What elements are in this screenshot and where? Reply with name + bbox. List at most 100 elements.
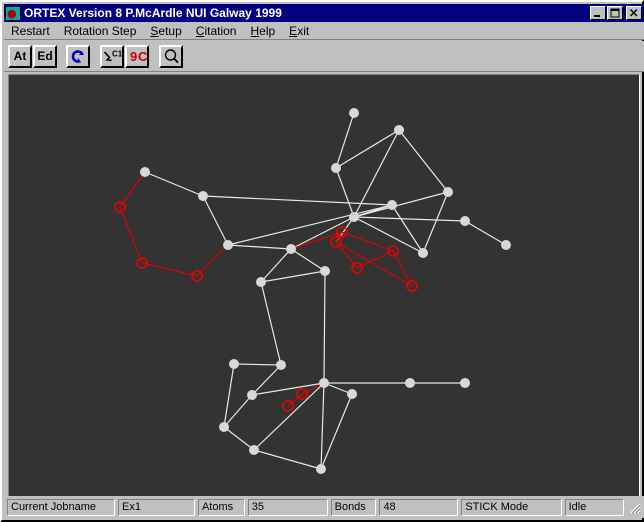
atom[interactable] <box>460 378 470 388</box>
atom[interactable] <box>405 378 415 388</box>
atom[interactable] <box>331 163 341 173</box>
status-bonds-label-text: Bonds <box>334 501 366 513</box>
bond[interactable] <box>323 270 326 384</box>
label-atom-button[interactable]: C1 <box>100 44 124 68</box>
atoms-button-label: At <box>13 49 27 63</box>
bond[interactable] <box>356 250 394 269</box>
bond[interactable] <box>320 382 325 470</box>
status-state: Idle <box>564 498 625 516</box>
zoom-button[interactable] <box>159 44 183 68</box>
atom[interactable] <box>219 422 229 432</box>
molecule-view[interactable] <box>9 75 639 497</box>
atom[interactable] <box>256 277 266 287</box>
atom[interactable] <box>418 248 428 258</box>
bond[interactable] <box>253 449 322 470</box>
menu-item-restart[interactable]: Restart <box>4 23 57 39</box>
menu-item-help-label: elp <box>259 23 276 38</box>
molecule-icon: ● <box>5 5 21 21</box>
highlight-atom-button[interactable]: 9 C <box>125 44 149 68</box>
bond[interactable] <box>119 206 143 264</box>
bond[interactable] <box>260 270 326 283</box>
status-jobname-value-text: Ex1 <box>122 501 141 513</box>
status-atoms-value-text: 35 <box>251 501 265 513</box>
svg-text:C: C <box>138 49 147 64</box>
bond[interactable] <box>141 262 198 277</box>
svg-text:9: 9 <box>130 49 137 64</box>
menu-item-help[interactable]: Help <box>243 23 282 39</box>
status-mode: STICK Mode <box>461 498 562 516</box>
molecule-icon-glyph: ● <box>7 6 17 20</box>
status-state-text: Idle <box>568 501 587 513</box>
atom[interactable] <box>316 464 326 474</box>
toolbar: At Ed C1 9 C <box>4 41 644 72</box>
bond[interactable] <box>223 426 255 451</box>
status-atoms-label-text: Atoms <box>201 501 234 513</box>
bond[interactable] <box>335 112 355 169</box>
bond[interactable] <box>290 248 326 272</box>
svg-text:C1: C1 <box>112 49 122 58</box>
bond[interactable] <box>353 191 449 218</box>
bond[interactable] <box>422 191 449 254</box>
atom[interactable] <box>501 240 511 250</box>
bond[interactable] <box>341 231 394 252</box>
atom[interactable] <box>140 167 150 177</box>
title-bar[interactable]: ● ORTEX Version 8 P.McArdle NUI Galway 1… <box>4 4 644 22</box>
menu-item-rotation-step-label: Rotation Step <box>63 23 137 38</box>
molecule-canvas[interactable] <box>8 74 640 498</box>
bond[interactable] <box>119 171 146 208</box>
bond[interactable] <box>202 195 229 246</box>
atom[interactable] <box>387 200 397 210</box>
menu-item-rotation-step[interactable]: Rotation Step <box>57 23 144 39</box>
atom[interactable] <box>394 125 404 135</box>
bond[interactable] <box>196 244 229 277</box>
red-atom-label-icon: 9 C <box>130 49 147 64</box>
pointer-label-icon: C1 <box>103 49 122 61</box>
magnifier-icon <box>164 48 179 63</box>
bond[interactable] <box>144 171 204 197</box>
atom[interactable] <box>286 244 296 254</box>
edit-button[interactable]: Ed <box>33 44 57 68</box>
atom[interactable] <box>349 108 359 118</box>
bond[interactable] <box>464 220 507 246</box>
atoms-button[interactable]: At <box>8 44 32 68</box>
atom[interactable] <box>320 266 330 276</box>
bond[interactable] <box>260 281 282 366</box>
close-button[interactable] <box>626 6 642 20</box>
atom[interactable] <box>460 216 470 226</box>
menu-item-exit[interactable]: Exit <box>282 23 316 39</box>
minimize-button[interactable] <box>590 6 606 20</box>
rotate-button[interactable] <box>66 44 90 68</box>
atom[interactable] <box>347 389 357 399</box>
bond[interactable] <box>398 129 449 193</box>
status-jobname-label-text: Current Jobname <box>11 501 96 513</box>
atom[interactable] <box>349 212 359 222</box>
bond[interactable] <box>227 244 292 250</box>
bond[interactable] <box>391 204 424 254</box>
edit-button-label: Ed <box>37 49 53 63</box>
resize-grip-icon[interactable] <box>627 500 641 514</box>
status-atoms-value: 35 <box>247 498 328 516</box>
atom[interactable] <box>198 191 208 201</box>
atom[interactable] <box>249 445 259 455</box>
atom[interactable] <box>319 378 329 388</box>
atom[interactable] <box>223 240 233 250</box>
menu-item-help-accel: H <box>250 23 260 38</box>
atom[interactable] <box>276 360 286 370</box>
bond[interactable] <box>233 363 282 366</box>
menu-bar: Restart Rotation Step Setup Citation Hel… <box>4 22 644 40</box>
bond[interactable] <box>335 167 355 218</box>
menu-item-setup-label: etup <box>158 23 182 38</box>
menu-item-citation[interactable]: Citation <box>189 23 244 39</box>
status-bonds-label: Bonds <box>330 498 377 516</box>
window-controls <box>590 6 642 20</box>
maximize-button[interactable] <box>607 6 623 20</box>
app-window: ● ORTEX Version 8 P.McArdle NUI Galway 1… <box>0 0 644 522</box>
bond[interactable] <box>353 216 466 222</box>
bond[interactable] <box>287 393 303 407</box>
atom[interactable] <box>443 187 453 197</box>
bond[interactable] <box>320 393 353 470</box>
status-jobname-label: Current Jobname <box>7 498 116 516</box>
atom[interactable] <box>229 359 239 369</box>
atom[interactable] <box>247 390 257 400</box>
menu-item-setup[interactable]: Setup <box>143 23 188 39</box>
